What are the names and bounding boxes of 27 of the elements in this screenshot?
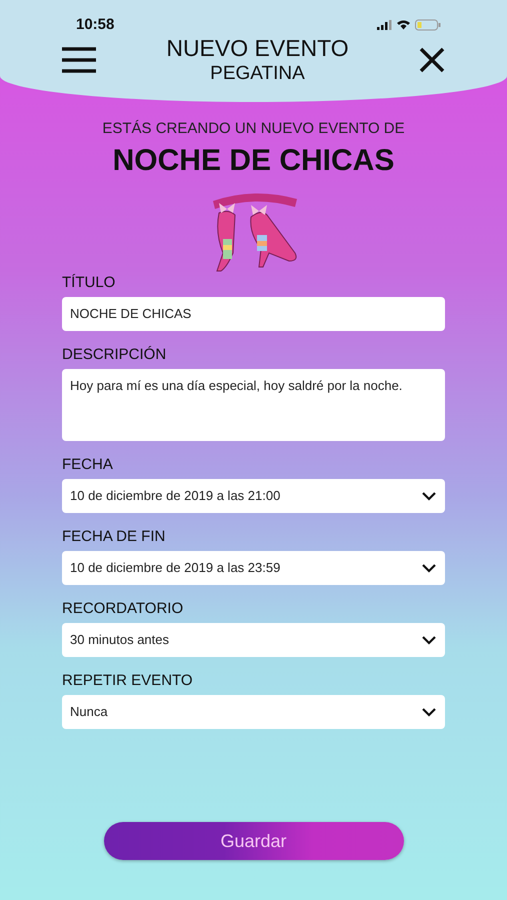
close-icon[interactable] xyxy=(419,46,445,72)
field-label: REPETIR EVENTO xyxy=(62,670,194,690)
menu-icon[interactable] xyxy=(62,46,96,72)
screen-title: NUEVO EVENTO xyxy=(166,36,349,60)
field-label: FECHA DE FIN xyxy=(62,526,166,546)
status-time: 10:58 xyxy=(76,15,114,35)
event-name: NOCHE DE CHICAS xyxy=(112,142,394,178)
signal-icon xyxy=(377,20,392,31)
chevron-down-icon xyxy=(421,706,437,716)
field-label: RECORDATORIO xyxy=(62,598,184,618)
save-button[interactable]: Guardar xyxy=(104,822,404,860)
chevron-down-icon xyxy=(421,490,437,500)
battery-icon xyxy=(415,19,441,32)
text-area[interactable]: Hoy para mí es una día especial, hoy saldré por la noche. xyxy=(62,368,445,440)
chevron-down-icon xyxy=(421,562,437,572)
dropdown-field[interactable]: Nunca xyxy=(62,694,445,728)
input-field[interactable]: NOCHE DE CHICAS xyxy=(62,296,445,330)
field-label: FECHA xyxy=(62,454,114,474)
field-label: TÍTULO xyxy=(62,272,116,292)
dropdown-field[interactable]: 10 de diciembre de 2019 a las 21:00 xyxy=(62,478,445,512)
screen-subtitle: PEGATINA xyxy=(210,64,305,82)
dropdown-field[interactable]: 10 de diciembre de 2019 a las 23:59 xyxy=(62,550,445,584)
chevron-down-icon xyxy=(421,634,437,644)
field-label: DESCRIPCIÓN xyxy=(62,344,168,364)
intro-caption: ESTÁS CREANDO UN NUEVO EVENTO DE xyxy=(102,119,405,139)
wifi-icon xyxy=(397,20,410,30)
dropdown-field[interactable]: 30 minutos antes xyxy=(62,622,445,656)
